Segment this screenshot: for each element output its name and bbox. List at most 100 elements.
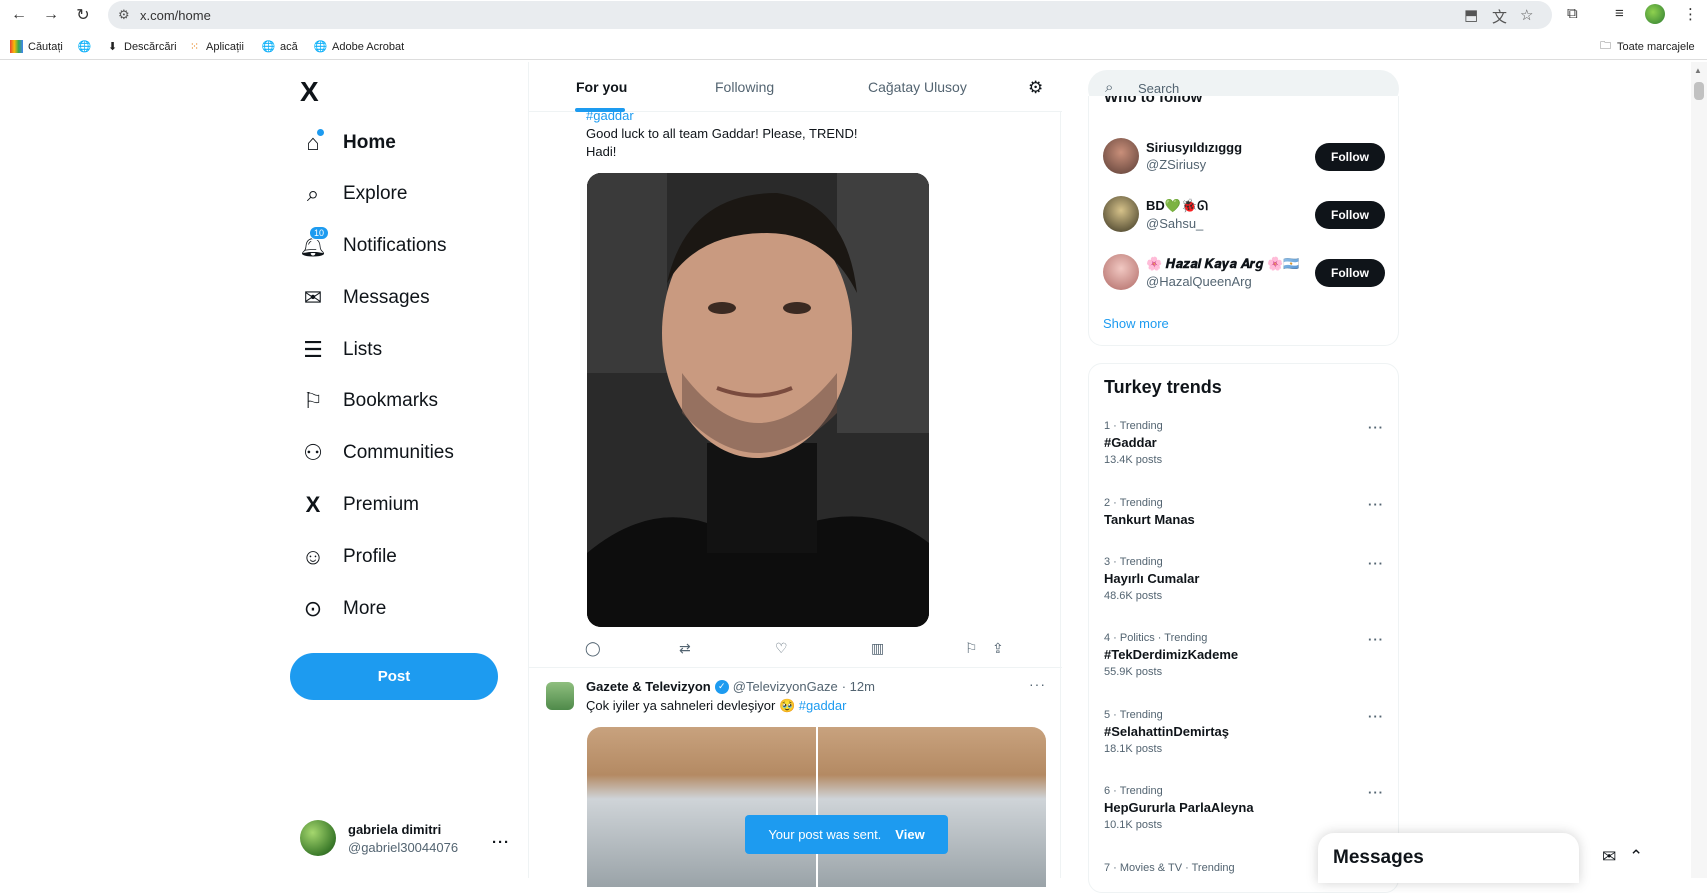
post-button[interactable]: Post — [290, 653, 498, 700]
back-icon[interactable]: ← — [8, 4, 30, 26]
scroll-up-icon[interactable]: ▲ — [1694, 66, 1702, 75]
bookmark-icon[interactable]: ⚐ — [965, 640, 978, 657]
follow-button[interactable]: Follow — [1315, 143, 1385, 171]
media-icon[interactable]: ≡ — [1615, 5, 1624, 22]
show-more-link[interactable]: Show more — [1103, 316, 1169, 331]
follow-suggestion[interactable]: 🌸 𝑯𝒂𝒛𝒂𝒍 𝑲𝒂𝒚𝒂 𝑨𝒓𝒈 🌸🇦🇷 @HazalQueenArg — [1103, 254, 1299, 290]
sidebar-item-notifications[interactable]: 🔔︎ 10 Notifications — [299, 226, 447, 262]
sidebar-item-communities[interactable]: ⚇ Communities — [300, 437, 454, 469]
tweet-author-handle[interactable]: @TelevizyonGaze — [733, 679, 838, 694]
sidebar-item-more[interactable]: ⊙ More — [300, 593, 387, 625]
trend-more-icon[interactable]: ··· — [1368, 556, 1384, 571]
sidebar-item-premium[interactable]: X Premium — [300, 489, 419, 521]
tweet-photo[interactable] — [587, 173, 929, 627]
trend-item[interactable]: 3 · Trending Hayırlı Cumalar 48.6K posts… — [1104, 556, 1389, 602]
page-scrollbar[interactable] — [1691, 62, 1707, 878]
trend-more-icon[interactable]: ··· — [1368, 709, 1384, 724]
menu-icon[interactable]: ⋮ — [1683, 5, 1698, 23]
trend-more-icon[interactable]: ··· — [1368, 497, 1384, 512]
photo-right — [817, 727, 1046, 887]
follow-suggestion[interactable]: Siriusyıldızıggg @ZSiriusy — [1103, 138, 1242, 174]
like-icon[interactable]: ♡ — [775, 640, 788, 657]
avatar[interactable] — [1645, 4, 1665, 24]
toast-view-link[interactable]: View — [895, 827, 924, 842]
portrait-image — [587, 173, 929, 627]
tweet-photo[interactable] — [587, 727, 1046, 887]
sidebar-item-home[interactable]: ⌂ Home — [300, 127, 396, 159]
follow-suggestion[interactable]: BD💚🐞ᘏ @Sahsu_ — [1103, 196, 1208, 232]
views-icon[interactable]: ▥ — [871, 640, 884, 657]
trends-title: Turkey trends — [1104, 377, 1222, 397]
more-circle-icon: ⊙ — [303, 596, 323, 621]
bookmark-item[interactable]: ⬇ Descărcări — [106, 40, 177, 54]
trend-name: Hayırlı Cumalar — [1104, 571, 1200, 586]
trend-item[interactable]: 1 · Trending #Gaddar 13.4K posts ··· — [1104, 420, 1389, 466]
star-icon[interactable]: ☆ — [1520, 6, 1533, 24]
tweet-timestamp[interactable]: · 12m — [842, 679, 875, 694]
messages-drawer[interactable]: Messages ✉ ⌃ — [1318, 833, 1643, 883]
avatar[interactable] — [546, 682, 574, 710]
x-logo[interactable]: X — [300, 76, 319, 108]
trend-meta: 1 · Trending — [1104, 420, 1163, 432]
who-to-follow-title: Who to follow — [1104, 96, 1203, 106]
trend-posts: 18.1K posts — [1104, 743, 1163, 755]
trend-more-icon[interactable]: ··· — [1368, 632, 1384, 647]
new-message-icon[interactable]: ✉ — [1602, 847, 1616, 867]
avatar — [300, 820, 336, 856]
suggestion-handle: @Sahsu_ — [1146, 215, 1204, 231]
extensions-icon[interactable]: ⧉ — [1567, 5, 1578, 22]
trend-item[interactable]: 2 · Trending Tankurt Manas ··· — [1104, 497, 1389, 527]
follow-button[interactable]: Follow — [1315, 201, 1385, 229]
all-bookmarks[interactable]: 🗀 Toate marcajele — [1599, 40, 1695, 53]
download-icon: ⬇ — [107, 41, 118, 53]
gear-icon[interactable]: ⚙ — [1028, 78, 1043, 98]
site-info-icon[interactable]: ⚙ — [118, 7, 130, 23]
forward-icon[interactable]: → — [40, 4, 62, 26]
scrollbar-thumb[interactable] — [1694, 82, 1704, 100]
avatar — [1103, 138, 1139, 174]
avatar — [1103, 254, 1139, 290]
url-text[interactable]: x.com/home — [140, 8, 211, 23]
trend-more-icon[interactable]: ··· — [1368, 785, 1384, 800]
follow-button[interactable]: Follow — [1315, 259, 1385, 287]
post-sent-toast: Your post was sent. View — [745, 815, 948, 854]
reload-icon[interactable]: ↻ — [72, 4, 94, 26]
trend-item[interactable]: 4 · Politics · Trending #TekDerdimizKade… — [1104, 632, 1389, 678]
chevron-up-icon[interactable]: ⌃ — [1629, 847, 1643, 867]
translate-icon[interactable]: 文 — [1492, 6, 1507, 27]
bookmark-item[interactable]: 🌐 acă — [262, 40, 298, 54]
tab-following[interactable]: Following — [715, 79, 774, 95]
tweet-more-icon[interactable]: ··· — [1029, 676, 1046, 692]
share-icon[interactable]: ⇪ — [992, 640, 1004, 657]
tweet-hashtag[interactable]: #gaddar — [799, 698, 847, 713]
trend-item[interactable]: 6 · Trending HepGururla ParlaAleyna 10.1… — [1104, 785, 1389, 831]
bookmark-item[interactable]: 🌐 — [78, 40, 92, 53]
person-icon: ☺ — [301, 544, 325, 569]
tab-cagatay-ulusoy[interactable]: Cağatay Ulusoy — [868, 79, 967, 95]
bookmark-item[interactable]: ⁙ Aplicații — [188, 40, 244, 54]
envelope-icon: ✉ — [303, 285, 323, 310]
trend-name: HepGururla ParlaAleyna — [1104, 800, 1254, 815]
tweet-author-name[interactable]: Gazete & Televizyon — [586, 679, 711, 694]
retweet-icon[interactable]: ⇄ — [679, 640, 691, 657]
address-bar[interactable]: ⚙ x.com/home ⬒ 文 ☆ — [108, 1, 1552, 29]
timeline: For you Following Cağatay Ulusoy ⚙ #gadd… — [528, 62, 1062, 887]
sidebar-item-lists[interactable]: ☰ Lists — [300, 334, 382, 366]
account-switcher[interactable]: gabriela dimitri @gabriel30044076 — [300, 820, 458, 856]
sidebar-item-messages[interactable]: ✉ Messages — [300, 282, 430, 314]
tab-for-you[interactable]: For you — [576, 79, 627, 95]
sidebar-item-explore[interactable]: ⌕ Explore — [300, 178, 408, 210]
sidebar-item-label: Explore — [343, 183, 408, 204]
emoji: 🥹 — [778, 698, 796, 713]
trend-item[interactable]: 5 · Trending #SelahattinDemirtaş 18.1K p… — [1104, 709, 1389, 755]
bookmark-item[interactable]: Căutați — [10, 40, 63, 53]
bookmark-item[interactable]: 🌐 Adobe Acrobat — [314, 40, 405, 54]
trend-name: #Gaddar — [1104, 435, 1157, 450]
bell-icon: 🔔︎ 10 — [299, 226, 330, 259]
sidebar-item-profile[interactable]: ☺ Profile — [300, 541, 397, 573]
reply-icon[interactable]: ◯ — [585, 640, 601, 657]
sidebar-item-bookmarks[interactable]: ⚐ Bookmarks — [300, 385, 438, 417]
install-icon[interactable]: ⬒ — [1464, 6, 1478, 24]
trend-more-icon[interactable]: ··· — [1368, 420, 1384, 435]
account-more-icon[interactable]: ··· — [492, 834, 510, 851]
